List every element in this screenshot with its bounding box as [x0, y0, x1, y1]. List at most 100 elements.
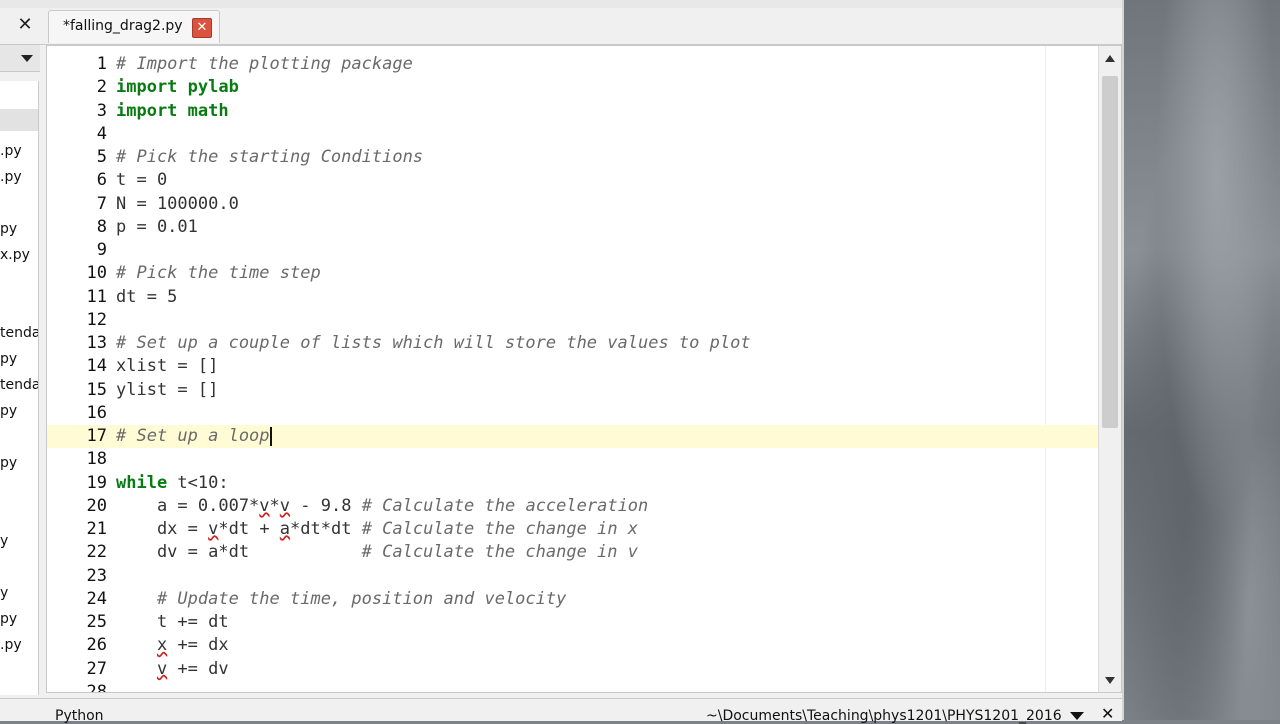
code-line[interactable]: 26 x += dx: [47, 634, 1101, 657]
file-list[interactable]: .py .py py x.py tenda py tenda py py y y py .py: [0, 81, 39, 695]
line-number: 7: [96, 193, 107, 214]
code-line[interactable]: 17 # Set up a loop: [47, 425, 1101, 449]
code-text: p = 0.01: [116, 216, 198, 239]
tab-falling-drag2[interactable]: *falling_drag2.py ✕: [48, 10, 220, 43]
code-area[interactable]: 1 # Import the plotting package 2 import py…: [47, 53, 1101, 692]
line-number: 27: [86, 658, 107, 679]
code-line[interactable]: 20 a = 0.007*v*v - 9.8 # Calculate the a…: [47, 495, 1101, 518]
code-token: dx =: [116, 519, 209, 539]
code-line[interactable]: 10 # Pick the time step: [47, 262, 1101, 285]
code-line[interactable]: 24 # Update the time, position and veloc…: [47, 588, 1101, 611]
code-line[interactable]: 21 dx = v*dt + a*dt*dt # Calculate the c…: [47, 518, 1101, 541]
file-list-item[interactable]: y: [0, 533, 38, 549]
status-language[interactable]: Python: [55, 708, 104, 724]
sidebar-dropdown[interactable]: [0, 45, 40, 72]
scroll-up-icon[interactable]: [1105, 55, 1115, 62]
code-comment: # Update the time, position and velocity: [116, 588, 567, 609]
code-line[interactable]: 27 v += dv: [47, 658, 1101, 681]
code-comment: # Pick the starting Conditions: [116, 147, 424, 167]
path-dropdown-icon[interactable]: [1070, 712, 1084, 720]
code-line[interactable]: 7 N = 100000.0: [47, 193, 1101, 216]
code-line[interactable]: 8 p = 0.01: [47, 216, 1101, 239]
file-list-item[interactable]: .py: [0, 143, 38, 159]
file-list-item[interactable]: .py: [0, 637, 38, 653]
file-list-item[interactable]: py: [0, 455, 38, 471]
code-token: t = 0: [116, 170, 168, 191]
code-line[interactable]: 16: [47, 402, 1101, 425]
code-text: x += dx: [116, 634, 229, 657]
code-line[interactable]: 1 # Import the plotting package: [47, 53, 1101, 76]
tab-bar: ✕ *falling_drag2.py ✕: [0, 8, 1122, 45]
code-token: dv = a*dt: [116, 542, 362, 563]
code-line[interactable]: 28: [47, 681, 1101, 692]
line-number: 13: [86, 333, 107, 353]
file-list-item[interactable]: py: [0, 351, 38, 367]
code-text: while t<10:: [116, 472, 229, 495]
code-warning-token: v: [156, 658, 168, 679]
line-number: 23: [86, 565, 107, 586]
line-number: 2: [96, 77, 107, 98]
code-comment: # Set up a couple of lists which will st…: [116, 333, 751, 353]
code-line[interactable]: 4: [47, 123, 1101, 146]
chevron-down-icon[interactable]: [21, 55, 33, 62]
line-number: 10: [86, 263, 107, 284]
code-token: xlist = []: [116, 356, 219, 377]
file-list-item[interactable]: x.py: [0, 247, 38, 263]
code-token: *dt +: [218, 519, 280, 539]
scroll-down-icon[interactable]: [1105, 677, 1115, 684]
file-list-item[interactable]: py: [0, 403, 38, 419]
code-text: dv = a*dt # Calculate the change in v: [116, 541, 638, 564]
tab-close-icon[interactable]: ✕: [192, 18, 212, 38]
code-line[interactable]: 15 ylist = []: [47, 379, 1101, 402]
file-list-selected[interactable]: [0, 109, 38, 131]
code-line[interactable]: 12: [47, 309, 1101, 332]
code-line[interactable]: 5 # Pick the starting Conditions: [47, 146, 1101, 169]
code-keyword: while: [116, 472, 168, 493]
file-list-item[interactable]: y: [0, 585, 38, 601]
code-line[interactable]: 3 import math: [47, 100, 1101, 123]
code-line[interactable]: 2 import pylab: [47, 76, 1101, 99]
line-number: 18: [86, 449, 107, 470]
code-text: # Set up a loop: [116, 425, 272, 448]
file-list-item[interactable]: .py: [0, 169, 38, 185]
file-list-item[interactable]: tenda: [0, 377, 38, 393]
file-list-item[interactable]: py: [0, 221, 38, 237]
vertical-scrollbar[interactable]: [1098, 46, 1121, 692]
code-line[interactable]: 6 t = 0: [47, 169, 1101, 192]
editor-window: ✕ *falling_drag2.py ✕ .py .py py x.py tenda p…: [0, 0, 1124, 724]
code-text: # Set up a couple of lists which will st…: [116, 332, 751, 355]
code-text: # Update the time, position and velocity: [116, 588, 566, 611]
file-list-item[interactable]: tenda: [0, 325, 38, 341]
code-line[interactable]: 9: [47, 239, 1101, 262]
code-warning-token: x: [156, 635, 168, 656]
line-number: 22: [86, 542, 107, 563]
code-text: # Import the plotting package: [116, 53, 413, 76]
status-close-icon[interactable]: ✕: [1101, 704, 1114, 723]
code-editor[interactable]: 1 # Import the plotting package 2 import py…: [46, 45, 1122, 693]
code-line[interactable]: 22 dv = a*dt # Calculate the change in v: [47, 541, 1101, 564]
code-line[interactable]: 23: [47, 565, 1101, 588]
code-text: a = 0.007*v*v - 9.8 # Calculate the acce…: [116, 495, 648, 518]
file-list-item[interactable]: py: [0, 611, 38, 627]
line-number: 25: [86, 612, 107, 632]
code-text: import pylab: [116, 76, 239, 99]
code-line[interactable]: 18: [47, 448, 1101, 471]
tab-label: *falling_drag2.py: [63, 18, 183, 34]
code-line[interactable]: 25 t += dt: [47, 611, 1101, 634]
scroll-thumb[interactable]: [1102, 76, 1118, 428]
line-number: 12: [86, 309, 107, 330]
code-line[interactable]: 11 dt = 5: [47, 286, 1101, 309]
line-number: 26: [86, 635, 107, 656]
line-number: 9: [96, 240, 107, 260]
code-comment: # Calculate the change in v: [361, 542, 638, 563]
code-text: v += dv: [116, 658, 229, 681]
code-token: p = 0.01: [116, 216, 198, 237]
code-comment: # Pick the time step: [116, 263, 321, 284]
code-line[interactable]: 14 xlist = []: [47, 355, 1101, 378]
code-line[interactable]: 19 while t<10:: [47, 472, 1101, 495]
sidebar-close-icon[interactable]: ✕: [15, 14, 35, 36]
code-line[interactable]: 13 # Set up a couple of lists which will …: [47, 332, 1101, 355]
text-cursor: [269, 426, 272, 446]
status-path: ~\Documents\Teaching\phys1201\PHYS1201_2…: [706, 708, 1062, 724]
